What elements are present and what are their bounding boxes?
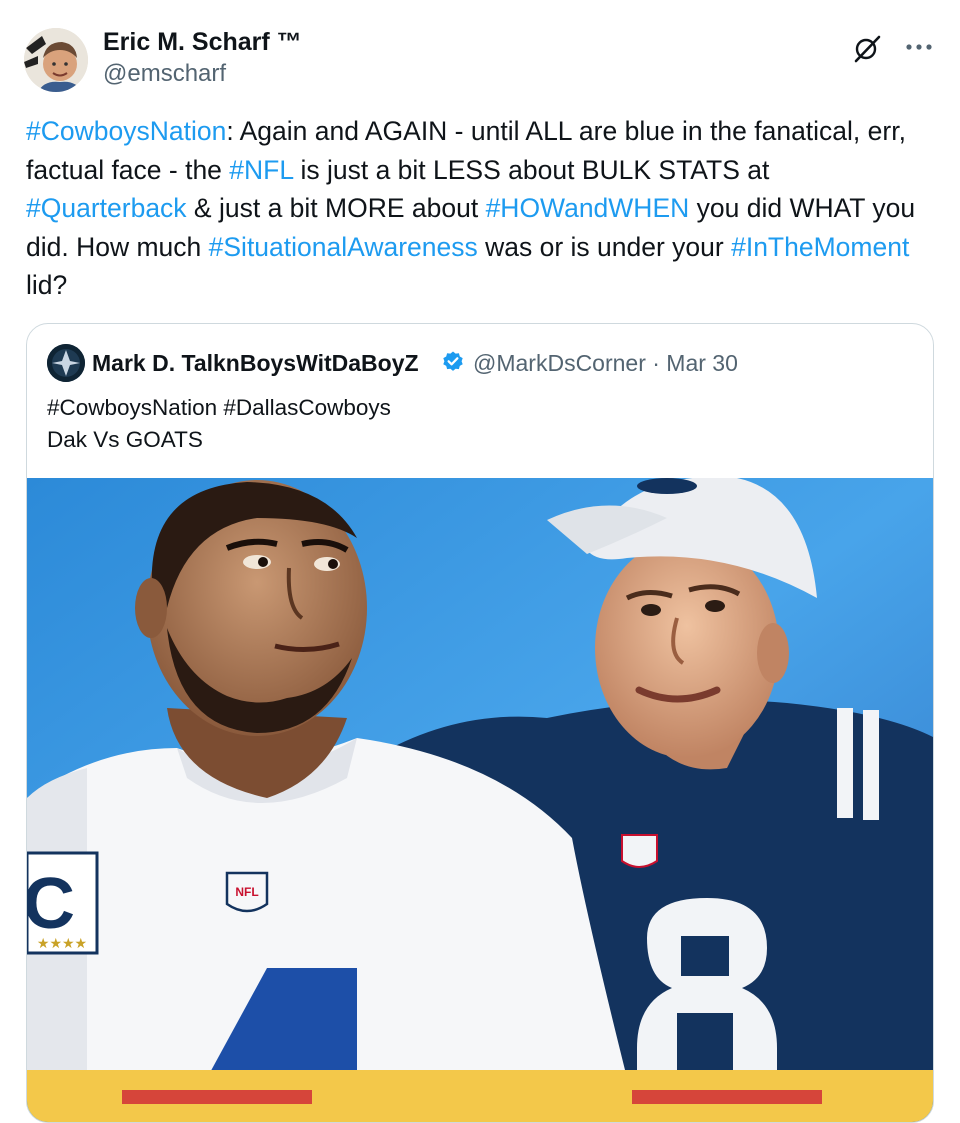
verified-badge-icon <box>441 350 465 374</box>
quote-avatar[interactable] <box>47 344 85 382</box>
quote-text-line-1: #CowboysNation #DallasCowboys <box>47 395 391 420</box>
hashtag-link[interactable]: #SituationalAwareness <box>209 232 478 262</box>
grok-icon[interactable] <box>852 33 882 63</box>
captain-patch-letter: C <box>27 864 75 944</box>
hashtag-link[interactable]: #HOWandWHEN <box>486 193 690 223</box>
author-name[interactable]: Eric M. Scharf ™ <box>103 28 302 57</box>
tweet-text-segment: was or is under your <box>477 231 732 262</box>
hashtag-link[interactable]: #InTheMoment <box>731 232 909 262</box>
quoted-tweet[interactable]: Mark D. TalknBoysWitDaBoyZ @MarkDsCorner… <box>26 323 934 1123</box>
hashtag-link[interactable]: #NFL <box>229 155 293 185</box>
tweet-text-segment: lid? <box>26 270 68 301</box>
quote-media-image[interactable]: NFL C ★★★★ <box>27 478 933 1122</box>
quote-author-name[interactable]: Mark D. TalknBoysWitDaBoyZ <box>92 350 419 377</box>
svg-text:★★★★: ★★★★ <box>37 936 87 952</box>
hashtag-link[interactable]: #CowboysNation <box>26 116 226 146</box>
svg-text:NFL: NFL <box>235 885 258 899</box>
author-avatar[interactable] <box>24 28 88 92</box>
tweet-text-segment: & just a bit MORE about <box>186 193 486 224</box>
quote-handle-date[interactable]: @MarkDsCorner · Mar 30 <box>473 350 738 377</box>
quote-text-line-2: Dak Vs GOATS <box>47 427 203 452</box>
author-handle[interactable]: @emscharf <box>103 60 226 88</box>
tweet-text-segment: is just a bit LESS about BULK STATS at <box>293 154 770 185</box>
tweet[interactable]: Eric M. Scharf ™ @emscharf #CowboysNatio… <box>0 0 960 1123</box>
tweet-text: #CowboysNation: Again and AGAIN - until … <box>26 112 931 305</box>
quote-text: #CowboysNation #DallasCowboys Dak Vs GOA… <box>47 392 391 456</box>
hashtag-link[interactable]: #Quarterback <box>26 193 187 223</box>
more-icon[interactable] <box>902 32 936 62</box>
